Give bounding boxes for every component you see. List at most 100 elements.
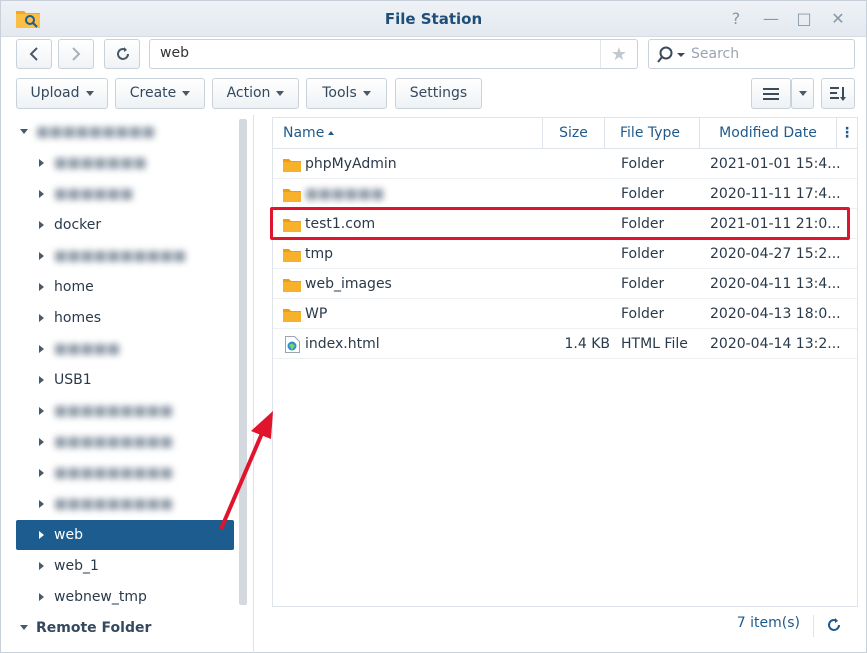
- minimize-button[interactable]: —: [760, 8, 782, 30]
- tree-root[interactable]: ■■■■■■■■■: [16, 117, 234, 147]
- sidebar-item-usb1[interactable]: USB1: [16, 365, 234, 395]
- caret-right-icon: [39, 407, 44, 415]
- remote-folder-label: Remote Folder: [36, 620, 152, 636]
- file-row[interactable]: tmp Folder 2020-04-27 15:2...: [273, 239, 857, 269]
- status-bar: 7 item(s): [272, 607, 858, 643]
- refresh-button[interactable]: [104, 39, 140, 69]
- refresh-icon[interactable]: [826, 617, 842, 633]
- file-name: WP: [305, 306, 328, 322]
- column-header-file-type[interactable]: File Type: [605, 118, 700, 149]
- file-type: Folder: [621, 246, 665, 262]
- column-header-size[interactable]: Size: [543, 118, 605, 149]
- sidebar-item-label: homes: [54, 310, 101, 326]
- settings-button[interactable]: Settings: [395, 78, 482, 109]
- file-row[interactable]: test1.com Folder 2021-01-11 21:0...: [273, 209, 857, 239]
- file-type: HTML File: [621, 336, 688, 352]
- column-options-icon[interactable]: ⋮: [837, 118, 857, 149]
- sidebar-item-homes[interactable]: homes: [16, 303, 234, 333]
- sidebar-item-label: webnew_tmp: [54, 589, 147, 605]
- view-mode-dropdown[interactable]: [791, 78, 814, 109]
- file-type: Folder: [621, 216, 665, 232]
- sidebar-item-redacted[interactable]: ■■■■■■■■■: [16, 458, 234, 488]
- close-button[interactable]: ✕: [827, 8, 849, 30]
- caret-right-icon: [39, 159, 44, 167]
- column-header-name[interactable]: Name: [273, 118, 543, 149]
- sidebar-item-redacted[interactable]: ■■■■■: [16, 334, 234, 364]
- action-button[interactable]: Action: [212, 78, 299, 109]
- redacted-label: ■■■■■■■■■: [54, 434, 174, 450]
- sidebar-item-redacted[interactable]: ■■■■■■: [16, 179, 234, 209]
- sidebar-item-redacted[interactable]: ■■■■■■■: [16, 148, 234, 178]
- sidebar-item-redacted[interactable]: ■■■■■■■■■: [16, 396, 234, 426]
- redacted-label: ■■■■■: [54, 341, 121, 357]
- redacted-label: ■■■■■■■■■■: [54, 248, 187, 264]
- file-modified: 2020-04-13 18:0...: [710, 306, 840, 322]
- sidebar-item-home[interactable]: home: [16, 272, 234, 302]
- sidebar-scrollbar[interactable]: [239, 119, 247, 605]
- file-modified: 2020-04-11 13:4...: [710, 276, 840, 292]
- caret-down-icon: [85, 90, 94, 96]
- redacted-label: ■■■■■■■■■: [54, 496, 174, 512]
- redacted-label: ■■■■■■■■■: [36, 124, 156, 140]
- view-mode-button[interactable]: [751, 78, 791, 109]
- favorite-star-icon[interactable]: ★: [611, 44, 627, 65]
- file-type: Folder: [621, 276, 665, 292]
- folder-icon: [283, 219, 301, 232]
- sort-button[interactable]: [821, 78, 855, 109]
- file-row[interactable]: phpMyAdmin Folder 2021-01-01 15:4...: [273, 149, 857, 179]
- sidebar-item-redacted[interactable]: ■■■■■■■■■: [16, 489, 234, 519]
- caret-right-icon: [39, 283, 44, 291]
- caret-down-icon: [798, 90, 807, 96]
- tools-label: Tools: [322, 85, 357, 101]
- back-button[interactable]: [16, 39, 52, 69]
- forward-button[interactable]: [58, 39, 94, 69]
- file-row[interactable]: web_images Folder 2020-04-11 13:4...: [273, 269, 857, 299]
- file-name: phpMyAdmin: [305, 156, 397, 172]
- caret-right-icon: [39, 500, 44, 508]
- search-input[interactable]: [691, 45, 841, 63]
- path-bar[interactable]: web ★: [149, 39, 638, 69]
- folder-icon: [283, 279, 301, 292]
- sidebar-item-label: home: [54, 279, 94, 295]
- file-modified: 2021-01-11 21:0...: [710, 216, 840, 232]
- caret-down-icon: [20, 625, 28, 630]
- file-row[interactable]: ■■■■■■ Folder 2020-11-11 17:4...: [273, 179, 857, 209]
- search-box[interactable]: [648, 39, 855, 69]
- refresh-icon: [117, 47, 129, 60]
- file-type: Folder: [621, 156, 665, 172]
- maximize-button[interactable]: □: [793, 8, 815, 30]
- file-name: index.html: [305, 336, 380, 352]
- sort-ascending-icon: [328, 131, 335, 135]
- sidebar-item-webnew-tmp[interactable]: webnew_tmp: [16, 582, 234, 612]
- redacted-label: ■■■■■■■■■: [54, 403, 174, 419]
- redacted-label: ■■■■■■: [54, 186, 134, 202]
- tools-button[interactable]: Tools: [306, 78, 387, 109]
- file-type: Folder: [621, 306, 665, 322]
- folder-icon: [283, 309, 301, 322]
- sidebar-item-redacted[interactable]: ■■■■■■■■■■: [16, 241, 234, 271]
- sidebar-item-web-1[interactable]: web_1: [16, 551, 234, 581]
- file-row[interactable]: WP Folder 2020-04-13 18:0...: [273, 299, 857, 329]
- chevron-left-icon: [29, 47, 38, 61]
- upload-button[interactable]: Upload: [16, 78, 108, 109]
- column-header-modified-date[interactable]: Modified Date: [700, 118, 837, 149]
- sidebar-item-redacted[interactable]: ■■■■■■■■■: [16, 427, 234, 457]
- file-type: Folder: [621, 186, 665, 202]
- file-row[interactable]: index.html 1.4 KB HTML File 2020-04-14 1…: [273, 329, 857, 359]
- folder-icon: [283, 249, 301, 262]
- caret-right-icon: [39, 221, 44, 229]
- remote-folder-section[interactable]: Remote Folder: [16, 613, 234, 643]
- caret-right-icon: [39, 376, 44, 384]
- file-modified: 2021-01-01 15:4...: [710, 156, 840, 172]
- sort-icon: [830, 87, 846, 101]
- caret-right-icon: [39, 562, 44, 570]
- status-divider: [813, 615, 814, 637]
- caret-down-icon: [20, 129, 28, 134]
- sidebar-item-docker[interactable]: docker: [16, 210, 234, 240]
- help-button[interactable]: ?: [725, 8, 747, 30]
- sidebar-item-web[interactable]: web: [16, 520, 234, 550]
- caret-right-icon: [39, 345, 44, 353]
- create-button[interactable]: Create: [115, 78, 205, 109]
- pane-splitter[interactable]: [253, 115, 254, 653]
- html-file-icon: [285, 336, 300, 353]
